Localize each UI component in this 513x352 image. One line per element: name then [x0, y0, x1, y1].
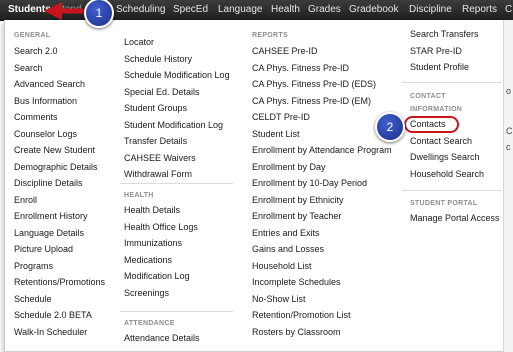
- contacts-highlight-ring: [404, 116, 459, 133]
- step-callout-2: 2: [375, 112, 405, 142]
- red-arrow-icon: [44, 2, 89, 20]
- annotation-overlay: [44, 2, 89, 20]
